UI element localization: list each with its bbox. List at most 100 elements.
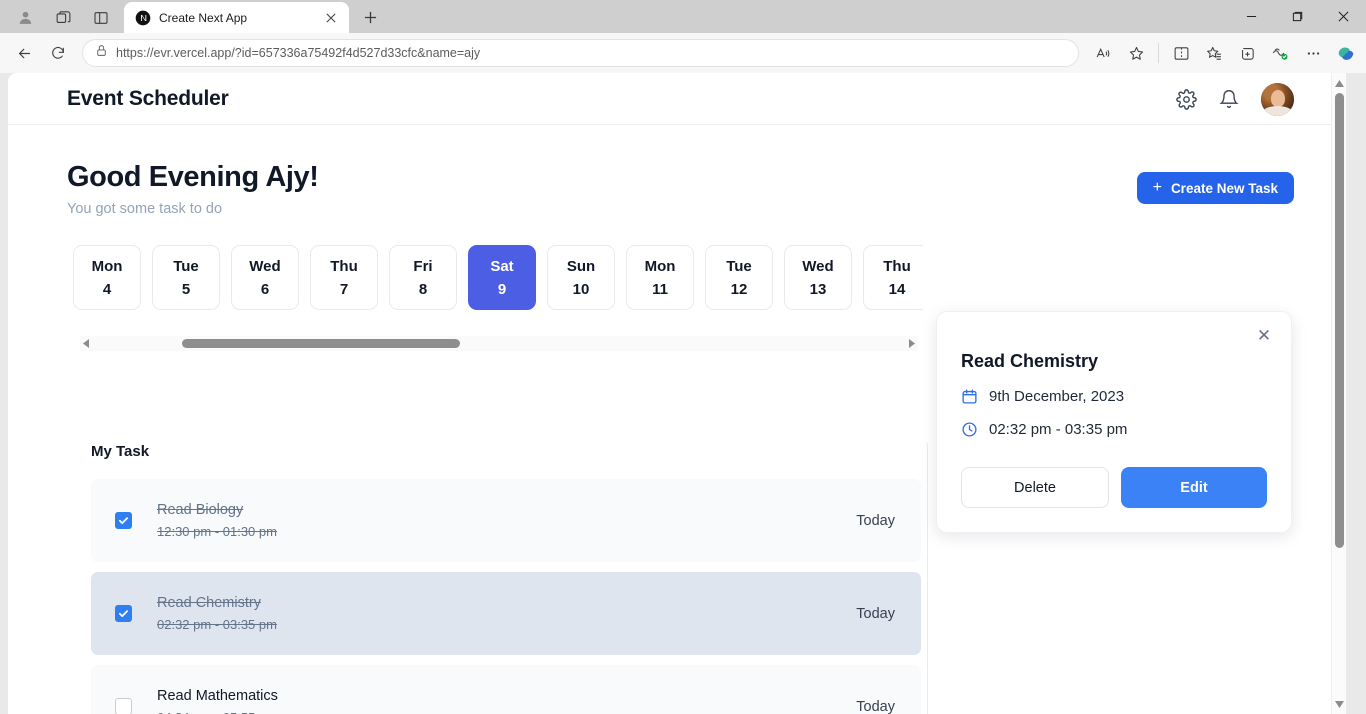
star-icon[interactable]: [1120, 38, 1152, 68]
task-info: Read Chemistry 02:32 pm - 03:35 pm: [157, 595, 277, 632]
page-scrollbar[interactable]: [1331, 73, 1346, 714]
date-cell-num: 8: [418, 280, 428, 298]
favorites-star-list-icon[interactable]: [1198, 38, 1230, 68]
date-scroll-thumb[interactable]: [182, 339, 460, 348]
task-info: Read Biology 12:30 pm - 01:30 pm: [157, 502, 277, 539]
app-title: Event Scheduler: [67, 86, 229, 110]
task-name: Read Mathematics: [157, 688, 278, 704]
task-row[interactable]: Read Biology 12:30 pm - 01:30 pm Today: [91, 479, 921, 562]
window-controls: [1228, 0, 1366, 33]
nextjs-icon: [135, 10, 151, 26]
task-checkbox[interactable]: [115, 512, 132, 529]
task-time: 12:30 pm - 01:30 pm: [157, 524, 277, 539]
date-cell-tue-12[interactable]: Tue 12: [705, 245, 773, 310]
date-cell-num: 7: [339, 280, 349, 298]
detail-title: Read Chemistry: [961, 351, 1099, 371]
read-aloud-icon[interactable]: [1087, 38, 1119, 68]
address-bar[interactable]: https://evr.vercel.app/?id=657336a75492f…: [82, 39, 1079, 67]
task-name: Read Chemistry: [157, 595, 261, 611]
split-screen-icon[interactable]: [1165, 38, 1197, 68]
date-cell-num: 12: [730, 280, 748, 298]
date-cell-num: 14: [888, 280, 906, 298]
date-cell-tue-5[interactable]: Tue 5: [152, 245, 220, 310]
web-page: Event Scheduler Good Evening Ajy! You go…: [8, 73, 1346, 714]
task-detail-card: ✕ Read Chemistry 9th December, 2023 02:3…: [936, 311, 1292, 533]
date-cell-num: 11: [652, 280, 668, 298]
workspaces-icon[interactable]: [44, 2, 82, 33]
task-list: Read Biology 12:30 pm - 01:30 pm Today Read…: [8, 479, 927, 714]
date-strip[interactable]: Mon 4 Tue 5 Wed 6 Thu 7 Fri 8 Sat 9 Sun 10 Mon 11 Tue 12 W…: [73, 245, 923, 310]
date-cell-fri-8[interactable]: Fri 8: [389, 245, 457, 310]
copilot-icon[interactable]: [1334, 41, 1358, 65]
maximize-icon[interactable]: [1274, 0, 1320, 33]
calendar-icon: [961, 388, 978, 405]
plus-icon: +: [1152, 179, 1162, 196]
detail-actions: Delete Edit: [961, 467, 1267, 508]
avatar-body: [1263, 105, 1292, 116]
date-cell-num: 13: [809, 280, 827, 298]
main-content: Good Evening Ajy! You got some task to d…: [8, 125, 1346, 714]
date-cell-dow: Tue: [726, 257, 752, 275]
window-close-icon[interactable]: [1320, 0, 1366, 33]
task-time: 02:32 pm - 03:35 pm: [157, 617, 277, 632]
collections-add-icon[interactable]: [1231, 38, 1263, 68]
profile-icon[interactable]: [6, 2, 44, 33]
date-cell-num: 4: [102, 280, 112, 298]
bell-icon[interactable]: [1218, 88, 1240, 110]
greeting-block: Good Evening Ajy! You got some task to d…: [67, 161, 319, 217]
date-cell-sun-10[interactable]: Sun 10: [547, 245, 615, 310]
date-cell-dow: Thu: [330, 257, 358, 275]
gear-icon[interactable]: [1175, 88, 1197, 110]
date-strip-scrollbar[interactable]: [80, 336, 918, 351]
tab-actions-icon[interactable]: [82, 2, 120, 33]
task-when: Today: [856, 698, 895, 714]
browser-window: Create Next App https://evr.vercel.app/?…: [0, 0, 1366, 714]
browser-tab[interactable]: Create Next App: [124, 2, 349, 33]
date-strip-wrapper: Mon 4 Tue 5 Wed 6 Thu 7 Fri 8 Sat 9 Sun 10 Mon 11 Tue 12 W…: [8, 245, 1346, 351]
date-cell-dow: Sat: [490, 257, 514, 275]
tab-title: Create Next App: [159, 10, 248, 25]
lock-icon: [95, 44, 108, 62]
date-cell-wed-6[interactable]: Wed 6: [231, 245, 299, 310]
date-cell-dow: Wed: [802, 257, 834, 275]
scroll-up-arrow[interactable]: [1332, 75, 1346, 91]
task-when: Today: [856, 605, 895, 622]
task-checkbox[interactable]: [115, 605, 132, 622]
date-cell-mon-4[interactable]: Mon 4: [73, 245, 141, 310]
close-icon[interactable]: ✕: [1253, 324, 1275, 346]
task-row[interactable]: Read Mathematics 04:34 pm - 05:55 pm Today: [91, 665, 921, 714]
minimize-icon[interactable]: [1228, 0, 1274, 33]
task-checkbox[interactable]: [115, 698, 132, 714]
scroll-left-arrow[interactable]: [80, 336, 93, 351]
tab-close-icon[interactable]: [321, 8, 341, 28]
scroll-right-arrow[interactable]: [905, 336, 918, 351]
date-cell-dow: Sun: [566, 257, 596, 275]
page-scroll-thumb[interactable]: [1335, 93, 1344, 548]
create-new-task-button[interactable]: + Create New Task: [1136, 172, 1294, 204]
date-cell-wed-13[interactable]: Wed 13: [784, 245, 852, 310]
delete-button[interactable]: Delete: [961, 467, 1109, 508]
edit-button[interactable]: Edit: [1121, 467, 1267, 508]
date-cell-num: 9: [497, 280, 507, 298]
date-cell-thu-14[interactable]: Thu 14: [863, 245, 923, 310]
ellipsis-icon[interactable]: [1297, 38, 1329, 68]
back-arrow-icon[interactable]: [8, 38, 40, 68]
date-scroll-track[interactable]: [93, 336, 905, 351]
date-cell-mon-11[interactable]: Mon 11: [626, 245, 694, 310]
date-cell-thu-7[interactable]: Thu 7: [310, 245, 378, 310]
scroll-down-arrow[interactable]: [1332, 696, 1346, 712]
reload-icon[interactable]: [42, 38, 74, 68]
task-row[interactable]: Read Chemistry 02:32 pm - 03:35 pm Today: [91, 572, 921, 655]
browser-toolbar: https://evr.vercel.app/?id=657336a75492f…: [0, 33, 1366, 73]
toolbar-divider: [1158, 43, 1159, 63]
user-avatar[interactable]: [1261, 82, 1294, 116]
browser-essentials-icon[interactable]: [1264, 38, 1296, 68]
address-bar-url: https://evr.vercel.app/?id=657336a75492f…: [116, 46, 481, 60]
page-viewport: Event Scheduler Good Evening Ajy! You go…: [0, 73, 1366, 714]
date-cell-sat-9[interactable]: Sat 9: [468, 245, 536, 310]
date-cell-dow: Fri: [413, 257, 433, 275]
date-cell-num: 6: [260, 280, 270, 298]
header-actions: [1175, 73, 1294, 125]
date-cell-dow: Mon: [91, 257, 123, 275]
new-tab-button[interactable]: [355, 2, 385, 32]
